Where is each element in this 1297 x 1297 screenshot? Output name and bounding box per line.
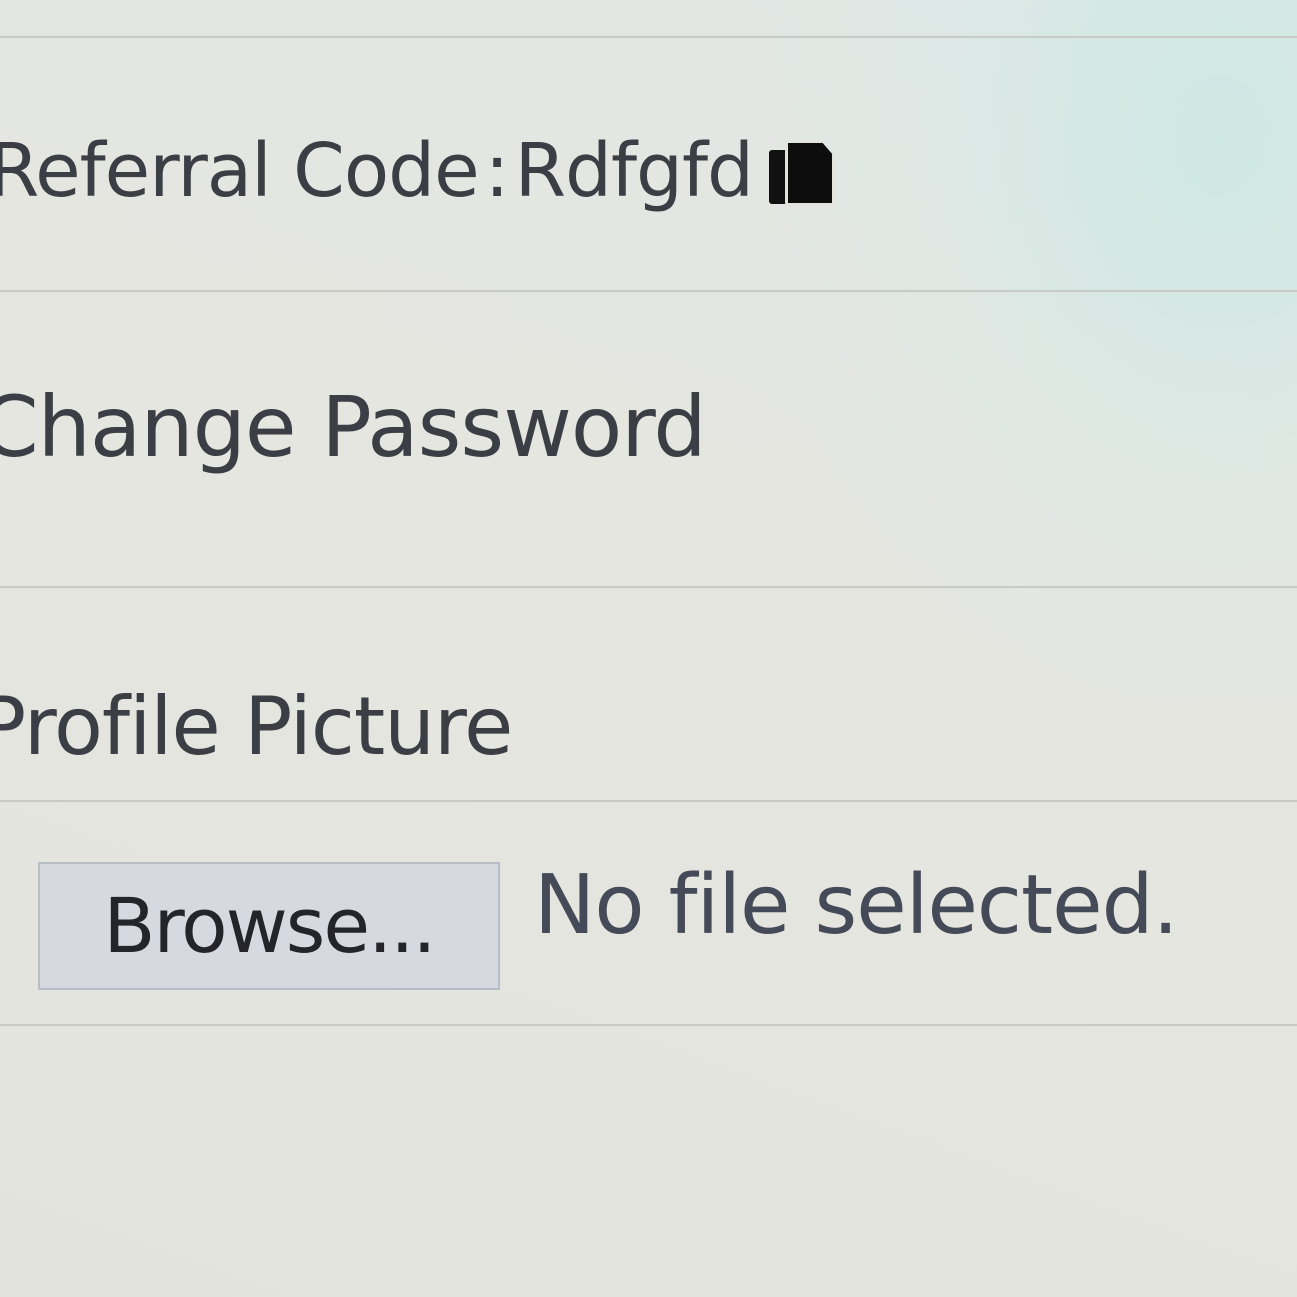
screen-glare	[777, 0, 1297, 700]
referral-code-separator: :	[484, 128, 510, 214]
copy-icon[interactable]	[769, 140, 836, 208]
row-divider	[0, 290, 1297, 292]
change-password-link[interactable]: Change Password	[0, 378, 707, 476]
row-divider	[0, 36, 1297, 38]
profile-picture-label: Profile Picture	[0, 680, 513, 773]
copy-icon-front-sheet	[785, 140, 836, 206]
row-divider	[0, 586, 1297, 588]
browse-button[interactable]: Browse...	[38, 862, 500, 990]
row-divider	[0, 1024, 1297, 1026]
file-status-text: No file selected.	[534, 858, 1179, 953]
referral-code-value: Rdfgfd	[514, 128, 754, 214]
referral-code-label: Referral Code	[0, 128, 480, 214]
referral-code-row: Referral Code : Rdfgfd	[0, 128, 836, 214]
row-divider	[0, 800, 1297, 802]
